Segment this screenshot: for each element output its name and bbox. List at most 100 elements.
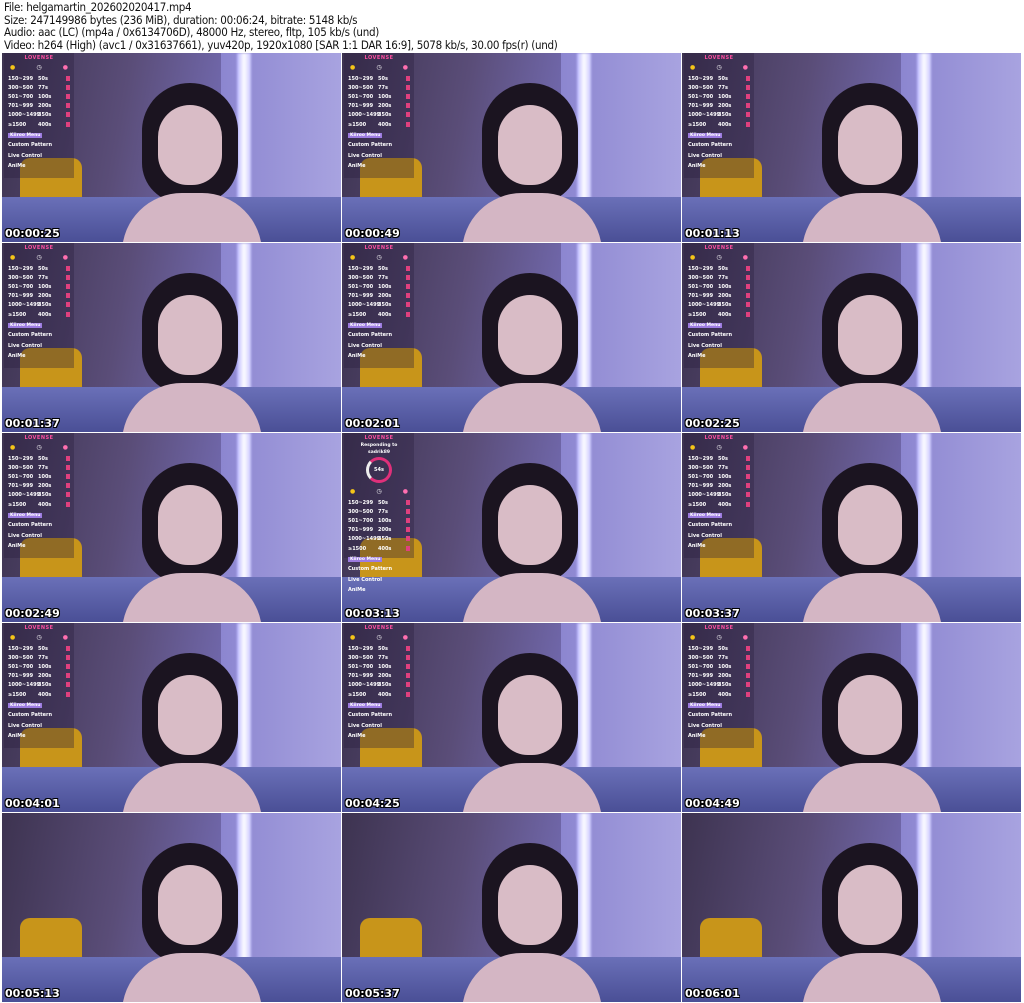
tier-row: 300~500 77s (344, 83, 414, 92)
tier-duration: 50s (378, 75, 388, 82)
coins-icon: ● (350, 488, 356, 495)
clock-icon: ◷ (376, 634, 382, 641)
level-icon: ● (62, 254, 68, 261)
clock-icon: ◷ (716, 634, 722, 641)
tier-row: 300~500 77s (4, 273, 74, 282)
tier-duration: 200s (378, 293, 392, 300)
tier-level-bar (66, 302, 70, 308)
tier-range: 501~700 (688, 283, 714, 290)
person-placeholder (462, 273, 602, 432)
video-thumbnail[interactable]: 00:05:37 (342, 813, 681, 1002)
tier-duration: 100s (378, 517, 392, 524)
video-thumbnail[interactable]: 00:05:13 (2, 813, 341, 1002)
clock-icon: ◷ (36, 634, 42, 641)
tier-level-bar (746, 103, 750, 109)
coins-icon: ● (690, 444, 696, 451)
tier-row: ≥1500 400s (4, 120, 74, 129)
tier-row: 300~500 77s (344, 653, 414, 662)
tier-level-bar (406, 75, 410, 81)
tier-level-bar (66, 311, 70, 317)
video-thumbnail[interactable]: LOVENSE ● ◷ ● 150~299 50s 300~500 77s 501~700 100… (342, 53, 681, 242)
video-thumbnail[interactable]: LOVENSE ● ◷ ● 150~299 50s 300~500 77s 501~700 100… (682, 53, 1021, 242)
video-thumbnail[interactable]: 00:06:01 (682, 813, 1021, 1002)
video-thumbnail[interactable]: LOVENSE ● ◷ ● 150~299 50s 300~500 77s 501~700 100… (342, 623, 681, 812)
tier-level-bar (66, 464, 70, 470)
coins-icon: ● (690, 64, 696, 71)
audio-info: Audio: aac (LC) (mp4a / 0x6134706D), 480… (4, 25, 379, 40)
tier-level-bar (66, 274, 70, 280)
person-placeholder (122, 653, 262, 812)
menu-option: Live Control (8, 532, 42, 539)
video-thumbnail[interactable]: LOVENSE ● ◷ ● 150~299 50s 300~500 77s 501~700 100… (2, 433, 341, 622)
tier-row: 1000~1499 350s (344, 535, 414, 544)
video-thumbnail[interactable]: LOVENSE ● ◷ ● 150~299 50s 300~500 77s 501~700 100… (342, 243, 681, 432)
menu-option: Custom Pattern (688, 142, 733, 149)
timestamp: 00:04:01 (5, 797, 60, 810)
tier-row: 150~299 50s (344, 644, 414, 653)
tier-level-bar (66, 455, 70, 461)
tier-duration: 100s (38, 93, 52, 100)
tier-duration: 100s (38, 473, 52, 480)
tier-level-bar (406, 545, 410, 551)
tier-level-bar (746, 455, 750, 461)
tier-duration: 77s (378, 654, 388, 661)
menu-option: Custom Pattern (348, 566, 393, 573)
tier-level-bar (66, 293, 70, 299)
tier-duration: 77s (718, 464, 728, 471)
video-thumbnail[interactable]: LOVENSE ● ◷ ● 150~299 50s 300~500 77s 501~700 100… (2, 53, 341, 242)
video-thumbnail[interactable]: LOVENSE ● ◷ ● 150~299 50s 300~500 77s 501~700 100… (682, 243, 1021, 432)
tier-range: ≥1500 (348, 545, 367, 552)
tier-row: 701~999 200s (684, 102, 754, 111)
video-thumbnail[interactable]: LOVENSE Responding to sadrik89 54s ● ◷ ● 150~29… (342, 433, 681, 622)
tier-range: 1000~1499 (348, 112, 381, 119)
tip-menu-overlay: LOVENSE ● ◷ ● 150~299 50s 300~500 77s 501~700 100… (4, 53, 74, 178)
tier-duration: 350s (38, 112, 52, 119)
tier-duration: 100s (378, 93, 392, 100)
tier-level-bar (406, 517, 410, 523)
tier-level-bar (746, 265, 750, 271)
tier-duration: 200s (718, 483, 732, 490)
timestamp: 00:02:01 (345, 417, 400, 430)
tier-range: ≥1500 (8, 501, 27, 508)
tier-level-bar (746, 663, 750, 669)
level-icon: ● (402, 634, 408, 641)
tier-row: ≥1500 400s (344, 690, 414, 699)
level-icon: ● (742, 64, 748, 71)
tier-range: 150~299 (8, 265, 34, 272)
tier-duration: 400s (38, 121, 52, 128)
tier-level-bar (406, 283, 410, 289)
tip-menu-overlay: LOVENSE ● ◷ ● 150~299 50s 300~500 77s 501~700 100… (344, 53, 414, 178)
coins-icon: ● (690, 254, 696, 261)
tier-row: 300~500 77s (344, 273, 414, 282)
tier-row: 501~700 100s (344, 516, 414, 525)
menu-option: Live Control (348, 576, 382, 583)
person-placeholder (802, 843, 942, 1002)
tier-range: 701~999 (348, 103, 374, 110)
video-thumbnail[interactable]: LOVENSE ● ◷ ● 150~299 50s 300~500 77s 501~700 100… (682, 623, 1021, 812)
tier-duration: 50s (38, 645, 48, 652)
tier-duration: 77s (718, 654, 728, 661)
tier-level-bar (746, 501, 750, 507)
tier-duration: 77s (378, 84, 388, 91)
tier-duration: 200s (718, 293, 732, 300)
tier-row: 701~999 200s (344, 292, 414, 301)
tier-range: ≥1500 (8, 311, 27, 318)
tier-range: 701~999 (348, 673, 374, 680)
tier-range: 501~700 (8, 93, 34, 100)
tier-row: 701~999 200s (4, 482, 74, 491)
tier-row: 701~999 200s (684, 292, 754, 301)
coins-icon: ● (10, 64, 16, 71)
tip-menu-overlay: LOVENSE ● ◷ ● 150~299 50s 300~500 77s 501~700 100… (344, 243, 414, 368)
tier-range: 701~999 (8, 293, 34, 300)
tier-duration: 400s (378, 311, 392, 318)
video-thumbnail[interactable]: LOVENSE ● ◷ ● 150~299 50s 300~500 77s 501~700 100… (2, 243, 341, 432)
video-thumbnail[interactable]: LOVENSE ● ◷ ● 150~299 50s 300~500 77s 501~700 100… (2, 623, 341, 812)
timestamp: 00:05:37 (345, 987, 400, 1000)
menu-option: Live Control (688, 722, 722, 729)
tier-range: 300~500 (348, 508, 374, 515)
tier-level-bar (746, 473, 750, 479)
tier-duration: 100s (718, 283, 732, 290)
video-thumbnail[interactable]: LOVENSE ● ◷ ● 150~299 50s 300~500 77s 501~700 100… (682, 433, 1021, 622)
tier-duration: 400s (378, 691, 392, 698)
menu-option: Live Control (688, 532, 722, 539)
